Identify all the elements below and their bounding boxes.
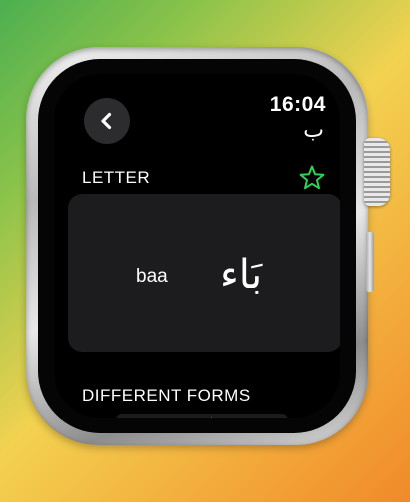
letter-arabic-name: بَاء xyxy=(220,252,263,298)
indicator-glyph: ◎ xyxy=(217,417,222,419)
digital-crown[interactable] xyxy=(364,138,390,206)
letter-card[interactable]: baa بَاء xyxy=(68,194,340,352)
watch-screen: 16:04 ب LETTER baa بَاء DIFFERENT FORMS … xyxy=(54,74,340,418)
chevron-left-icon xyxy=(96,110,118,132)
bottom-indicator: ◎ ▯ ◌ ꞓꝉ ◎ xyxy=(116,414,288,418)
forms-section-title: DIFFERENT FORMS xyxy=(82,386,251,405)
indicator-glyph: ꞓꝉ xyxy=(208,416,213,418)
indicator-glyph: ◌ xyxy=(198,417,203,419)
indicator-glyph: ◎ xyxy=(182,417,187,419)
header-letter: ب xyxy=(303,118,324,143)
letter-transliteration: baa xyxy=(136,266,168,287)
letter-section-title: LETTER xyxy=(82,168,151,187)
favorite-star-icon[interactable] xyxy=(298,164,326,192)
indicator-glyph: ▯ xyxy=(191,417,194,419)
clock-time: 16:04 xyxy=(269,93,326,116)
side-button[interactable] xyxy=(366,232,374,292)
back-button[interactable] xyxy=(84,98,130,144)
